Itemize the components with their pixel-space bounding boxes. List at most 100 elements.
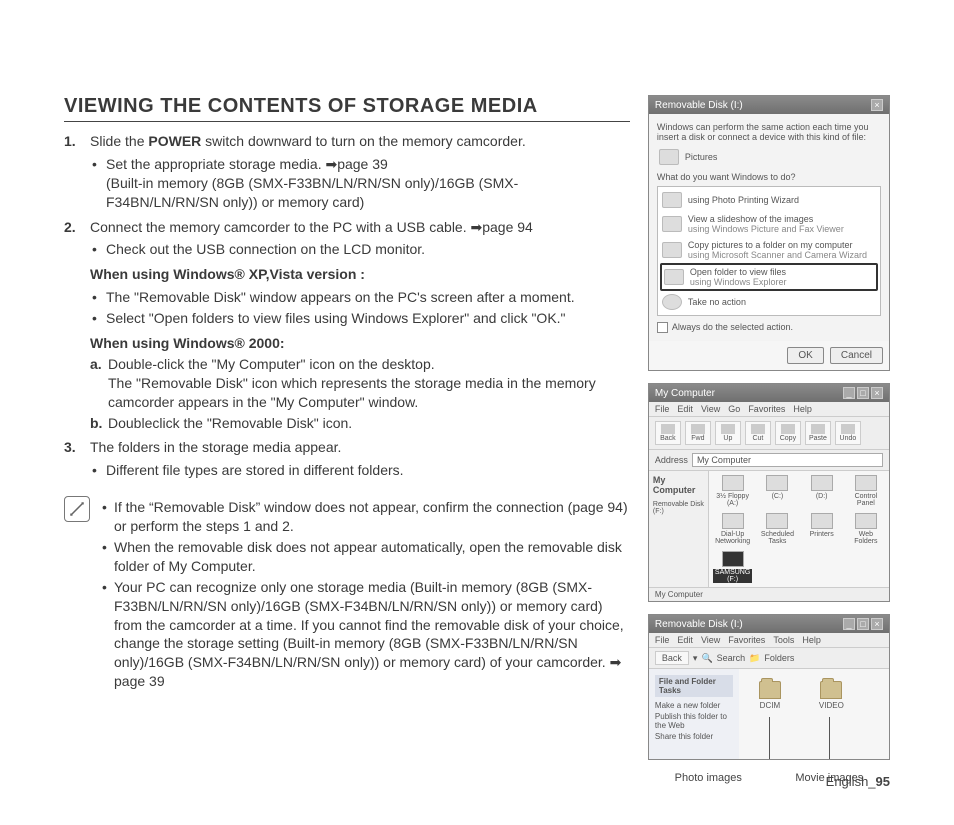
tool-folders[interactable]: Folders (764, 653, 794, 663)
tool-fwd[interactable]: Fwd (685, 421, 711, 445)
task-new-folder[interactable]: Make a new folder (655, 701, 733, 710)
always-label: Always do the selected action. (672, 322, 793, 332)
tool-back[interactable]: Back (655, 421, 681, 445)
callout-line (769, 717, 770, 759)
menu-favorites[interactable]: Favorites (748, 404, 785, 414)
opt-photo-wizard[interactable]: using Photo Printing Wizard (660, 189, 878, 211)
tool-cut[interactable]: Cut (745, 421, 771, 445)
step1-b1-ref: page 39 (337, 156, 388, 172)
status-bar: My Computer (649, 587, 889, 601)
footer-sep: _ (868, 774, 875, 789)
menu-view[interactable]: View (701, 635, 720, 645)
step-3: The folders in the storage media appear.… (64, 438, 630, 480)
dialup[interactable]: Dial-Up Networking (713, 513, 752, 545)
step1-text-b: switch downward to turn on the memory ca… (201, 133, 525, 149)
w2k-a-text: Double-click the "My Computer" icon on t… (108, 356, 596, 410)
task-share[interactable]: Share this folder (655, 732, 733, 741)
close-icon[interactable]: × (871, 618, 883, 630)
arrow-icon: ➡ (471, 218, 483, 237)
maximize-icon[interactable]: □ (857, 618, 869, 630)
section-title: VIEWING THE CONTENTS OF STORAGE MEDIA (64, 95, 630, 122)
task-publish[interactable]: Publish this folder to the Web (655, 712, 733, 730)
ok-button[interactable]: OK (787, 347, 823, 364)
address-field[interactable]: My Computer (692, 453, 883, 467)
tool-paste[interactable]: Paste (805, 421, 831, 445)
drive-floppy[interactable]: 3½ Floppy (A:) (713, 475, 752, 507)
drive-d[interactable]: (D:) (803, 475, 841, 507)
xp-b2: Select "Open folders to view files using… (90, 309, 630, 328)
toolbar: Back Fwd Up Cut Copy Paste Undo (649, 417, 889, 450)
w2k-heading: When using Windows® 2000: (90, 334, 630, 353)
tool-copy[interactable]: Copy (775, 421, 801, 445)
dialog-removable-disk: Removable Disk (I:) × Windows can perfor… (648, 95, 890, 371)
note-b2: When the removable disk does not appear … (100, 538, 630, 576)
step2-text: Connect the memory camcorder to the PC w… (90, 219, 471, 235)
tool-search[interactable]: Search (717, 653, 746, 663)
main-steps: Slide the POWER switch downward to turn … (64, 132, 630, 480)
opt-open-folder[interactable]: Open folder to view filesusing Windows E… (660, 263, 878, 291)
tool-back[interactable]: Back (655, 651, 689, 665)
menu-view[interactable]: View (701, 404, 720, 414)
dialog2-title: My Computer (655, 388, 715, 399)
menu-help[interactable]: Help (802, 635, 821, 645)
always-checkbox[interactable] (657, 322, 668, 333)
menubar: File Edit View Go Favorites Help (649, 402, 889, 417)
tool-up[interactable]: Up (715, 421, 741, 445)
mc-left-title: My Computer (653, 475, 696, 495)
note-b3-ref: page 39 (114, 673, 165, 689)
arrow-icon: ➡ (610, 653, 622, 672)
w2k-a: a.Double-click the "My Computer" icon on… (90, 355, 630, 412)
note-b1: If the “Removable Disk” window does not … (100, 498, 630, 536)
folder-video[interactable]: VIDEO (819, 681, 844, 710)
menu-help[interactable]: Help (793, 404, 812, 414)
step1-text-a: Slide the (90, 133, 148, 149)
minimize-icon[interactable]: _ (843, 387, 855, 399)
note-b3-text: Your PC can recognize only one storage m… (114, 579, 624, 671)
footer-lang: English (826, 774, 869, 789)
note-b3: Your PC can recognize only one storage m… (100, 578, 630, 691)
minimize-icon[interactable]: _ (843, 618, 855, 630)
scanner-icon (662, 242, 682, 258)
no-action-icon (662, 294, 682, 310)
menu-tools[interactable]: Tools (773, 635, 794, 645)
scheduled-tasks[interactable]: Scheduled Tasks (758, 513, 796, 545)
arrow-icon: ➡ (325, 155, 337, 174)
xp-heading: When using Windows® XP,Vista version : (90, 265, 630, 284)
drive-samsung[interactable]: SAMSUNG (F:) (713, 551, 752, 583)
drive-c[interactable]: (C:) (758, 475, 796, 507)
menu-go[interactable]: Go (728, 404, 740, 414)
control-panel[interactable]: Control Panel (847, 475, 885, 507)
dialog1-type: Pictures (685, 152, 718, 162)
step2-bullet1: Check out the USB connection on the LCD … (90, 240, 630, 259)
task-panel-title: File and Folder Tasks (655, 675, 733, 697)
opt-copy-pictures[interactable]: Copy pictures to a folder on my computer… (660, 237, 878, 263)
xp-b1: The "Removable Disk" window appears on t… (90, 288, 630, 307)
menu-edit[interactable]: Edit (677, 404, 693, 414)
caption-photo: Photo images (675, 772, 742, 784)
close-icon[interactable]: × (871, 387, 883, 399)
step3-text: The folders in the storage media appear. (90, 439, 341, 455)
menu-favorites[interactable]: Favorites (728, 635, 765, 645)
mc-left-sub: Removable Disk (F:) (653, 501, 704, 515)
folder-dcim[interactable]: DCIM (759, 681, 781, 710)
maximize-icon[interactable]: □ (857, 387, 869, 399)
wizard-icon (662, 192, 682, 208)
menu-edit[interactable]: Edit (677, 635, 693, 645)
cancel-button[interactable]: Cancel (830, 347, 883, 364)
dialog-removable-explorer: Removable Disk (I:) _□× File Edit View F… (648, 614, 890, 760)
tool-undo[interactable]: Undo (835, 421, 861, 445)
callout-line (829, 717, 830, 759)
opt-slideshow[interactable]: View a slideshow of the imagesusing Wind… (660, 211, 878, 237)
close-icon[interactable]: × (871, 99, 883, 111)
dialog1-prompt: What do you want Windows to do? (657, 172, 881, 182)
slideshow-icon (662, 216, 682, 232)
dialog3-title: Removable Disk (I:) (655, 619, 743, 630)
menu-file[interactable]: File (655, 635, 670, 645)
menu-file[interactable]: File (655, 404, 670, 414)
w2k-b: b.Doubleclick the "Removable Disk" icon. (90, 414, 630, 433)
step2-ref: page 94 (482, 219, 533, 235)
step1-bullet1: Set the appropriate storage media. ➡page… (90, 155, 630, 212)
printers[interactable]: Printers (803, 513, 841, 545)
web-folders[interactable]: Web Folders (847, 513, 885, 545)
opt-no-action[interactable]: Take no action (660, 291, 878, 313)
